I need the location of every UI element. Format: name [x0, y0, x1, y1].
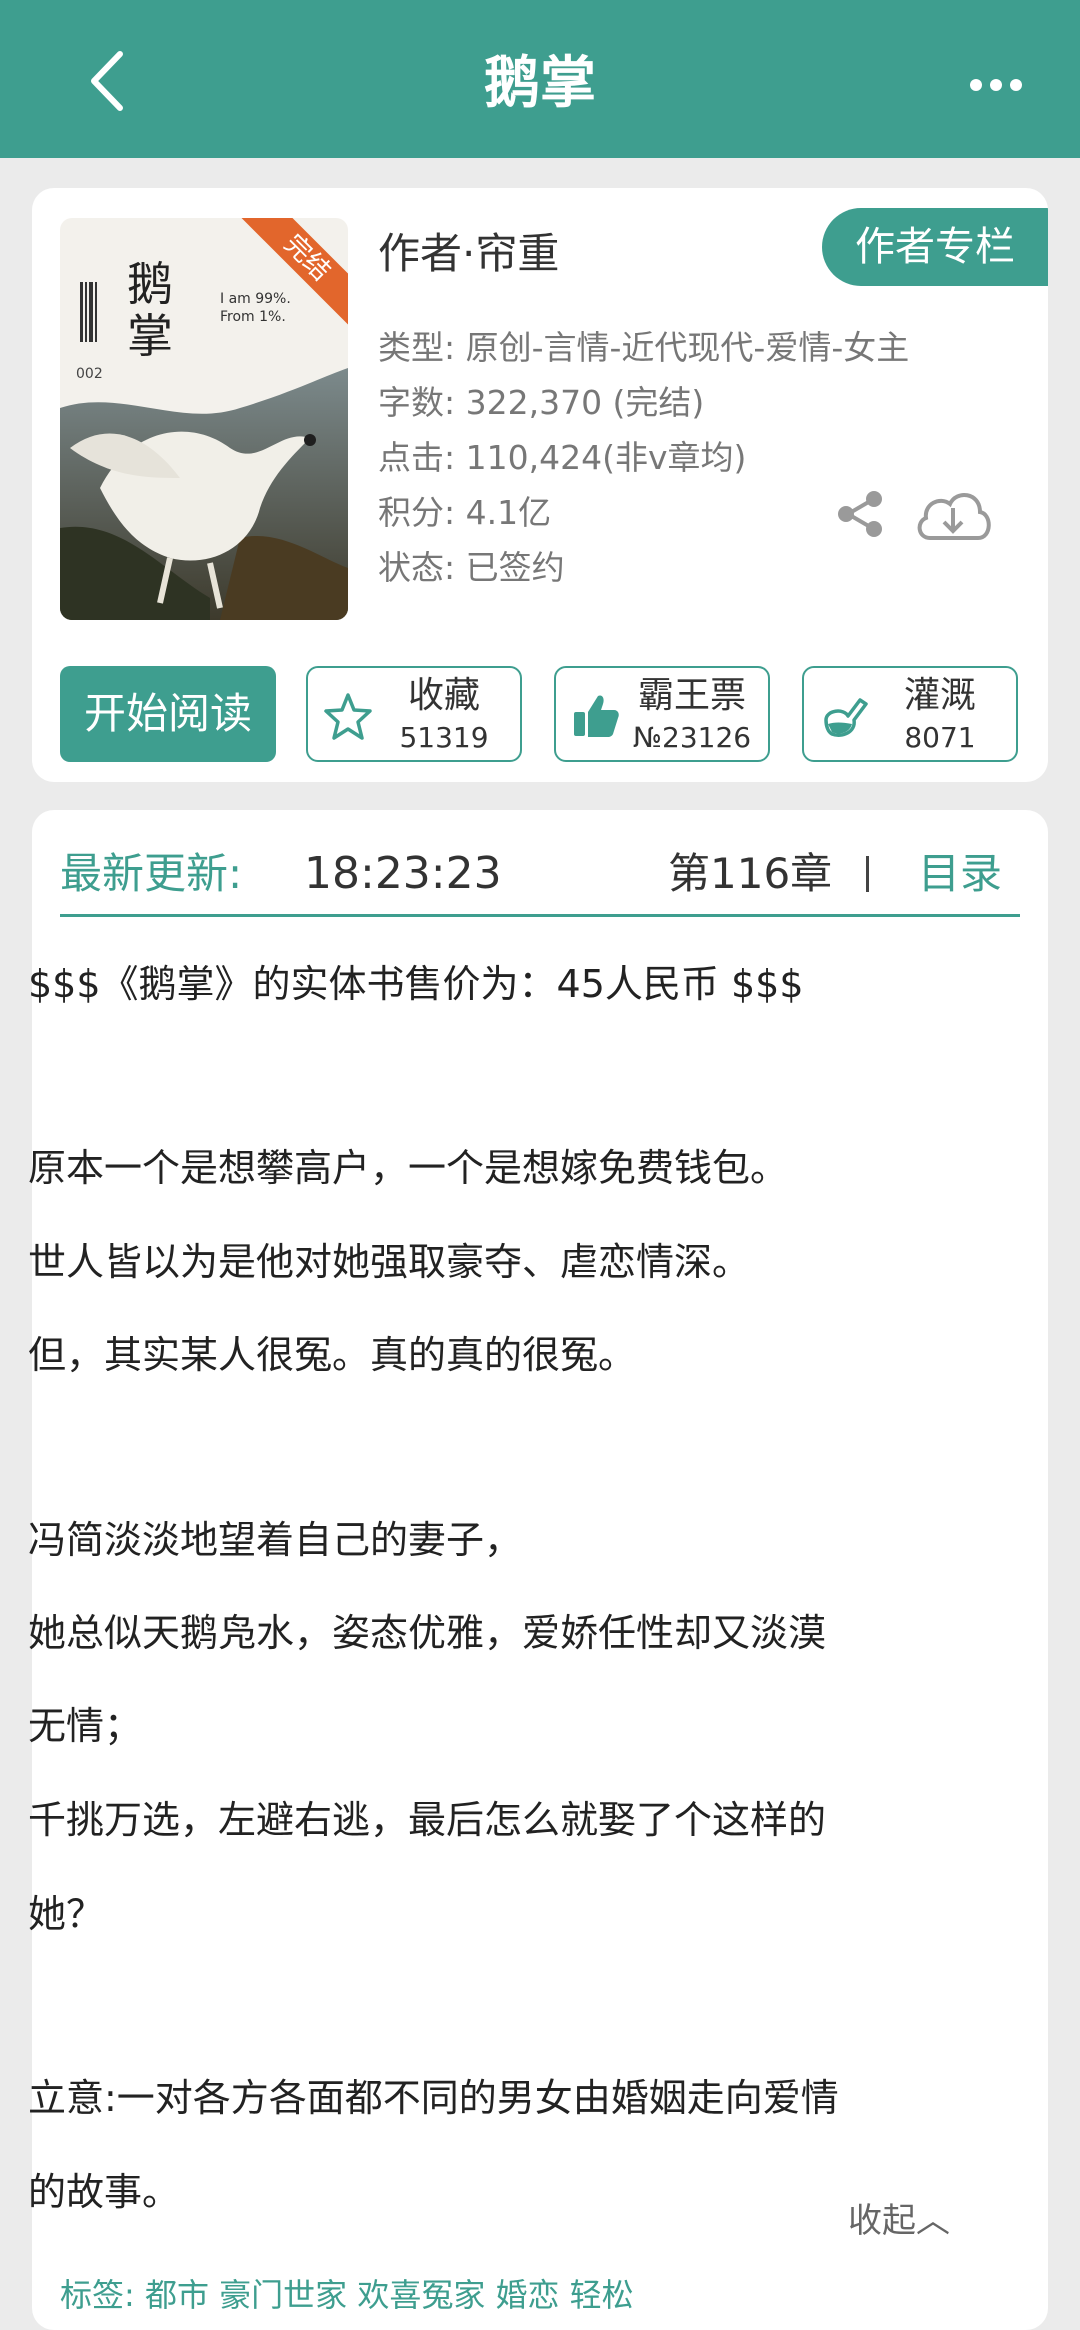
cloud-download-icon	[917, 493, 991, 540]
app-header: 鹅掌	[0, 0, 1080, 158]
download-button[interactable]	[912, 482, 994, 548]
description-line: $$$《鹅掌》的实体书售价为：45人民币 $$$	[28, 962, 804, 1006]
info-word-count: 字数: 322,370 (完结)	[378, 383, 705, 422]
star-icon	[324, 693, 372, 740]
irrigate-label: 灌溉	[903, 675, 976, 716]
favorite-label: 收藏	[407, 675, 480, 716]
barcode-icon	[80, 282, 97, 342]
divider	[60, 914, 1020, 917]
cover-subtitle: I am 99%. From 1%.	[220, 290, 291, 326]
cover-title-line: 鹅	[127, 257, 173, 311]
more-button[interactable]	[966, 70, 1026, 100]
favorite-button[interactable]: 收藏 51319	[306, 666, 522, 762]
share-button[interactable]	[834, 488, 886, 540]
more-horizontal-icon	[970, 79, 1022, 91]
vote-count: №23126	[632, 721, 752, 754]
book-cover[interactable]: 鹅 掌 002 I am 99%. From 1%. 完结	[60, 218, 348, 620]
latest-update-time: 18:23:23	[304, 848, 502, 899]
share-icon	[838, 491, 882, 537]
irrigate-count: 8071	[904, 721, 976, 754]
book-info-card: 鹅 掌 002 I am 99%. From 1%. 完结 作者·帘重 作者专栏…	[32, 188, 1048, 782]
tags-list[interactable]: 都市 豪门世家 欢喜冤家 婚恋 轻松	[145, 2276, 634, 2314]
collapse-button[interactable]: 收起︿	[848, 2196, 950, 2246]
vote-label: 霸王票	[637, 675, 746, 716]
info-status: 状态: 已签约	[378, 548, 565, 587]
table-of-contents-link[interactable]: 目录	[918, 834, 1002, 914]
swan-painting-image	[60, 368, 348, 620]
author-column-button[interactable]: 作者专栏	[822, 208, 1048, 286]
cover-subtitle-line: I am 99%.	[220, 291, 291, 307]
description-line: 世人皆以为是他对她强取豪夺、虐恋情深。	[28, 1240, 751, 1284]
cover-subtitle-line: From 1%.	[220, 309, 286, 325]
start-reading-button[interactable]: 开始阅读	[60, 666, 276, 762]
info-clicks: 点击: 110,424(非v章均)	[378, 438, 747, 477]
latest-chapter-link[interactable]: 第116章	[668, 834, 832, 914]
author-name[interactable]: 作者·帘重	[378, 226, 559, 282]
favorite-count: 51319	[399, 721, 489, 754]
description-line: 千挑万选，左避右逃，最后怎么就娶了个这样的	[28, 1798, 827, 1842]
description-line: 她？	[28, 1892, 105, 1936]
info-genre: 类型: 原创-言情-近代现代-爱情-女主	[378, 328, 910, 367]
description-line: 原本一个是想攀高户，一个是想嫁免费钱包。	[28, 1146, 789, 1190]
separator	[866, 856, 869, 892]
cover-title: 鹅 掌	[120, 258, 180, 362]
nutrient-bottle-icon	[824, 698, 868, 737]
tags-row: 标签: 都市 豪门世家 欢喜冤家 婚恋 轻松	[60, 2270, 634, 2320]
vote-button[interactable]: 霸王票 №23126	[554, 666, 770, 762]
latest-update-label: 最新更新:	[60, 849, 243, 898]
description-line: 她总似天鹅凫水，姿态优雅，爱娇任性却又淡漠	[28, 1611, 827, 1655]
page-title: 鹅掌	[484, 51, 596, 116]
cover-title-line: 掌	[127, 309, 173, 363]
description-line: 无情；	[28, 1704, 143, 1748]
thumbs-up-icon	[574, 695, 619, 737]
description-line: 冯简淡淡地望着自己的妻子，	[28, 1518, 523, 1562]
irrigate-button[interactable]: 灌溉 8071	[802, 666, 1018, 762]
description-line: 但，其实某人很冤。真的真的很冤。	[28, 1333, 637, 1377]
tags-label: 标签:	[60, 2276, 135, 2314]
description-line: 立意:一对各方各面都不同的男女由婚姻走向爱情	[28, 2076, 839, 2120]
